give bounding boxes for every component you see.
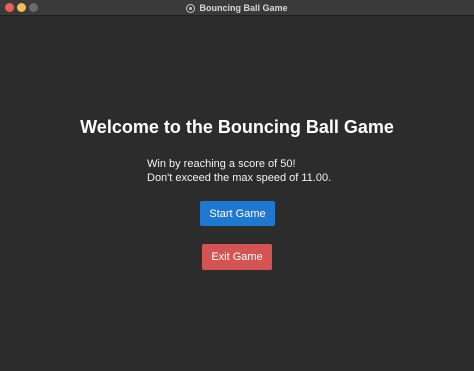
title-bar: Bouncing Ball Game	[0, 0, 474, 16]
game-info: Win by reaching a score of 50! Don't exc…	[147, 157, 331, 185]
ball-icon	[186, 3, 196, 13]
start-game-button[interactable]: Start Game	[200, 201, 275, 226]
win-condition-text: Win by reaching a score of 50!	[147, 158, 296, 170]
max-speed-text: Don't exceed the max speed of 11.00.	[147, 172, 332, 184]
app-window: Bouncing Ball Game Welcome to the Bounci…	[0, 0, 474, 371]
exit-game-button[interactable]: Exit Game	[202, 244, 272, 270]
window-title-group: Bouncing Ball Game	[0, 0, 474, 16]
window-title: Bouncing Ball Game	[199, 3, 288, 13]
welcome-heading: Welcome to the Bouncing Ball Game	[80, 117, 394, 137]
